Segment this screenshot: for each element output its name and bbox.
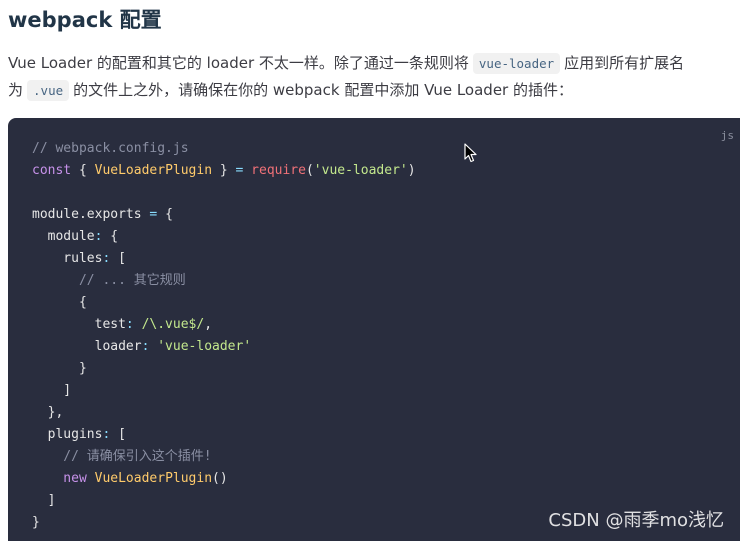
code-token-fn: require bbox=[251, 163, 306, 178]
code-token-punc bbox=[87, 471, 95, 486]
code-token-punc: } bbox=[32, 361, 87, 376]
code-token-punc: }, bbox=[32, 405, 64, 420]
code-line: const { VueLoaderPlugin } = require('vue… bbox=[32, 163, 416, 178]
code-line: // 请确保引入这个插件! bbox=[32, 449, 212, 464]
paragraph-text-1: Vue Loader 的配置和其它的 loader 不太一样。除了通过一条规则将 bbox=[8, 54, 469, 72]
inline-code-vue-loader: vue-loader bbox=[472, 53, 561, 74]
code-line: // webpack.config.js bbox=[32, 141, 189, 156]
code-token-punc: { bbox=[157, 207, 173, 222]
mouse-pointer-icon bbox=[464, 143, 477, 163]
code-token-punc: ] bbox=[32, 383, 72, 398]
code-token-punc: [ bbox=[110, 427, 126, 442]
code-token-prop: test bbox=[32, 317, 126, 332]
code-line: rules: [ bbox=[32, 251, 126, 266]
csdn-watermark: CSDN @雨季mo浅忆 bbox=[548, 510, 724, 531]
code-line: }, bbox=[32, 405, 64, 420]
code-token-punc: { bbox=[71, 163, 95, 178]
code-token-cls: VueLoaderPlugin bbox=[94, 471, 213, 486]
code-token-cls: VueLoaderPlugin bbox=[94, 163, 213, 178]
code-token-punc: . bbox=[78, 207, 87, 222]
code-line: { bbox=[32, 295, 87, 310]
code-token-punc: ) bbox=[407, 163, 416, 178]
code-token-str: 'vue-loader' bbox=[313, 163, 408, 178]
code-token-str: 'vue-loader' bbox=[157, 339, 252, 354]
code-token-punc: { bbox=[32, 295, 87, 310]
code-token-punc: ] bbox=[32, 493, 56, 508]
code-token-punc: () bbox=[212, 471, 228, 486]
code-token-comment: // ... 其它规则 bbox=[32, 273, 186, 288]
code-line: new VueLoaderPlugin() bbox=[32, 471, 228, 486]
code-line: } bbox=[32, 361, 87, 376]
code-line: module.exports = { bbox=[32, 207, 173, 222]
code-line: ] bbox=[32, 383, 71, 398]
code-token-op: : bbox=[125, 317, 134, 332]
code-token-punc: ( bbox=[305, 163, 314, 178]
code-token-prop: module bbox=[32, 207, 79, 222]
code-token-punc: { bbox=[102, 229, 119, 244]
code-token-kw: new bbox=[32, 471, 87, 486]
code-line: } bbox=[32, 515, 40, 530]
code-language-label: js bbox=[720, 129, 734, 142]
code-token-punc: } bbox=[212, 163, 236, 178]
code-line: plugins: [ bbox=[32, 427, 126, 442]
code-line: test: /\.vue$/, bbox=[32, 317, 212, 332]
code-token-prop: module bbox=[32, 229, 95, 244]
code-token-prop: plugins bbox=[32, 427, 103, 442]
paragraph-text-3: 的文件上之外，请确保在你的 webpack 配置中添加 Vue Loader 的… bbox=[73, 81, 573, 99]
code-token-punc: , bbox=[204, 317, 213, 332]
code-token-punc bbox=[134, 317, 142, 332]
section-heading: webpack 配置 bbox=[8, 8, 162, 32]
code-token-comment: // webpack.config.js bbox=[32, 141, 189, 156]
code-token-re: /\.vue$/ bbox=[141, 317, 205, 332]
code-line: // ... 其它规则 bbox=[32, 273, 186, 288]
code-token-comment: // 请确保引入这个插件! bbox=[32, 449, 212, 464]
code-token-punc bbox=[243, 163, 251, 178]
code-content[interactable]: // webpack.config.js const { VueLoaderPl… bbox=[32, 138, 416, 534]
code-token-punc: [ bbox=[110, 251, 126, 266]
code-line: ] bbox=[32, 493, 56, 508]
code-line: loader: 'vue-loader' bbox=[32, 339, 252, 354]
code-token-kw: const bbox=[32, 163, 72, 178]
code-token-punc: } bbox=[32, 515, 40, 530]
code-token-prop: loader bbox=[32, 339, 142, 354]
code-block[interactable]: js // webpack.config.js const { VueLoade… bbox=[8, 118, 740, 541]
code-line: module: { bbox=[32, 229, 118, 244]
code-token-prop: exports bbox=[86, 207, 142, 222]
code-token-prop: rules bbox=[32, 251, 103, 266]
inline-code-vue-ext: .vue bbox=[27, 80, 70, 101]
intro-paragraph: Vue Loader 的配置和其它的 loader 不太一样。除了通过一条规则将… bbox=[8, 50, 736, 104]
